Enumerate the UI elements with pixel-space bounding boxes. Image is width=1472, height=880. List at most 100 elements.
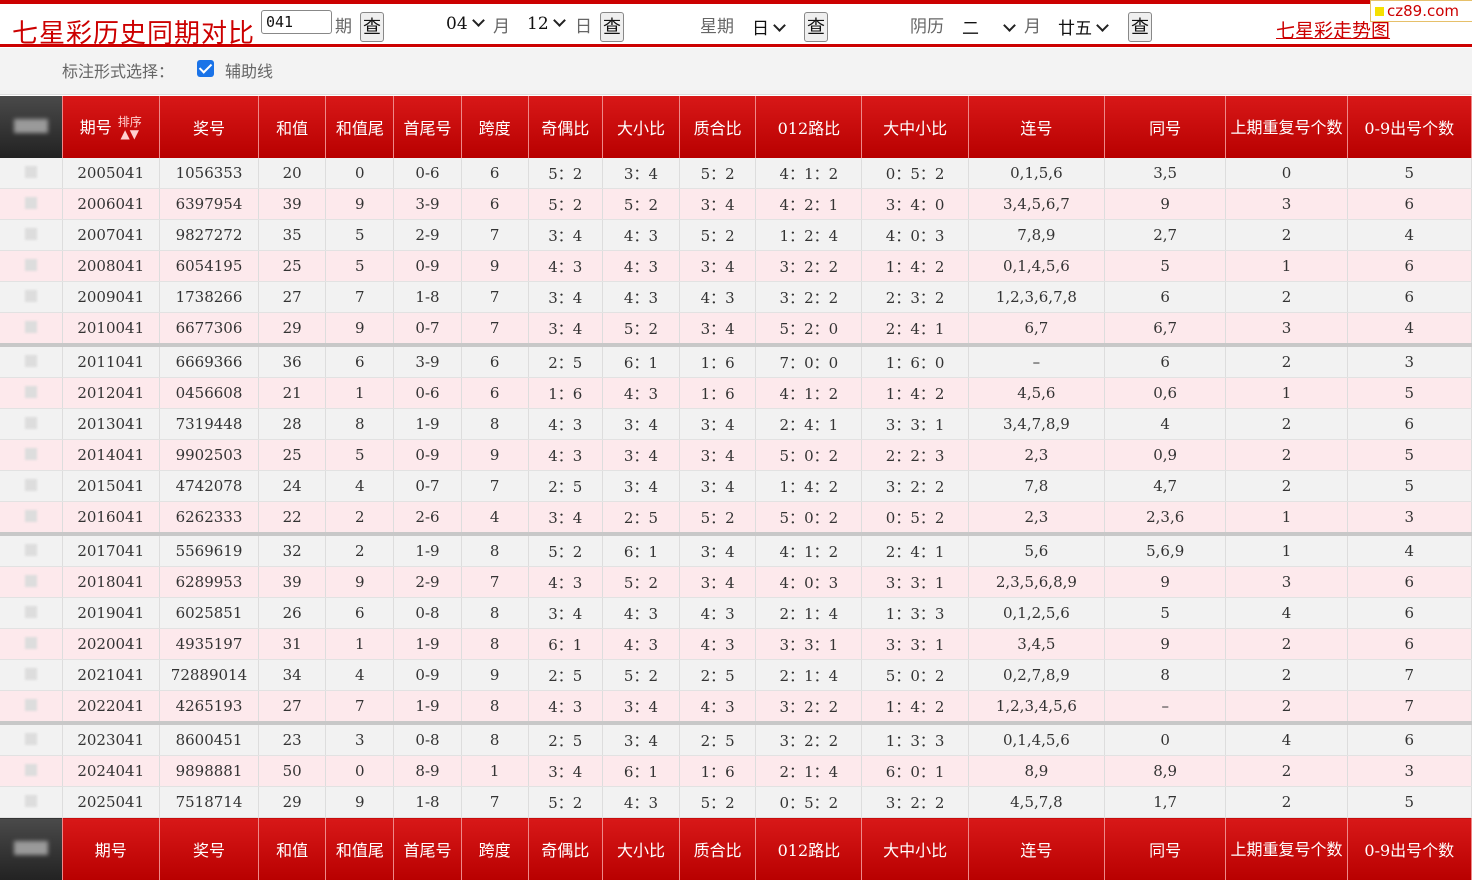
table-row: 201504147420782440-772：53：43：41：4：23：2：2… bbox=[0, 471, 1472, 502]
table-cell: 4 bbox=[1105, 409, 1226, 440]
table-cell: 3：4 bbox=[602, 409, 679, 440]
table-cell: 5 bbox=[1105, 251, 1226, 282]
table-cell: 28 bbox=[259, 409, 326, 440]
row-icon-cell bbox=[0, 220, 62, 251]
table-cell: 4：3 bbox=[602, 787, 679, 818]
table-cell: 6：0：1 bbox=[862, 756, 968, 787]
table-cell: 4,5,7,8 bbox=[968, 787, 1104, 818]
table-cell: 4：3 bbox=[528, 251, 602, 282]
table-cell: 4：0：3 bbox=[756, 567, 862, 598]
table-cell: 0,6 bbox=[1105, 378, 1226, 409]
date-query-button[interactable]: 查 bbox=[600, 12, 624, 42]
table-cell: 1：6 bbox=[680, 378, 756, 409]
table-cell: 3：2：2 bbox=[756, 691, 862, 724]
blurred-icon bbox=[25, 197, 37, 209]
table-cell: 3：3：1 bbox=[862, 567, 968, 598]
table-cell: 4：3 bbox=[602, 629, 679, 660]
table-cell: 23 bbox=[259, 723, 326, 756]
table-cell: 20 bbox=[259, 158, 326, 189]
weekday-query-button[interactable]: 查 bbox=[804, 12, 828, 42]
table-cell: 4 bbox=[326, 471, 394, 502]
table-cell: 9 bbox=[461, 660, 528, 691]
row-icon-cell bbox=[0, 471, 62, 502]
blurred-icon bbox=[25, 764, 37, 776]
table-cell: 2025041 bbox=[62, 787, 159, 818]
table-row: 201604162623332222-643：42：55：25：0：20：5：2… bbox=[0, 502, 1472, 535]
sort-icon[interactable]: 排序▲▼ bbox=[118, 116, 142, 140]
table-cell: 1,2,3,6,7,8 bbox=[968, 282, 1104, 313]
table-cell: 1：2：4 bbox=[756, 220, 862, 251]
footer-col-5: 跨度 bbox=[461, 818, 528, 880]
table-cell: 9902503 bbox=[159, 440, 258, 471]
table-cell: 2014041 bbox=[62, 440, 159, 471]
table-cell: 3 bbox=[326, 723, 394, 756]
table-cell: 5：2 bbox=[680, 502, 756, 535]
table-cell: 5：2 bbox=[602, 189, 679, 220]
table-cell: 2005041 bbox=[62, 158, 159, 189]
table-cell: 9827272 bbox=[159, 220, 258, 251]
table-cell: 2 bbox=[1226, 282, 1347, 313]
table-cell: 2 bbox=[1226, 220, 1347, 251]
table-cell: 4 bbox=[1226, 723, 1347, 756]
header-col-9: 012路比 bbox=[756, 96, 862, 158]
row-icon-cell bbox=[0, 756, 62, 787]
table-cell: 7,8 bbox=[968, 471, 1104, 502]
issue-unit-label: 期 bbox=[335, 12, 352, 37]
table-cell: 5 bbox=[1347, 440, 1471, 471]
footer-col-7: 大小比 bbox=[602, 818, 679, 880]
table-cell: 9 bbox=[326, 189, 394, 220]
table-cell: 0-7 bbox=[394, 471, 461, 502]
table-cell: 39 bbox=[259, 567, 326, 598]
lunar-query-button[interactable]: 查 bbox=[1128, 12, 1152, 42]
table-cell: 2：3：2 bbox=[862, 282, 968, 313]
table-cell: 0 bbox=[326, 158, 394, 189]
table-cell: 0,1,5,6 bbox=[968, 158, 1104, 189]
footer-col-10: 大中小比 bbox=[862, 818, 968, 880]
table-cell: 5：2 bbox=[680, 158, 756, 189]
table-cell: 0 bbox=[1226, 158, 1347, 189]
table-cell: 2：5 bbox=[528, 471, 602, 502]
table-cell: 4：3 bbox=[680, 282, 756, 313]
table-cell: 2024041 bbox=[62, 756, 159, 787]
guide-line-checkbox[interactable] bbox=[197, 60, 214, 77]
issue-query-button[interactable]: 查 bbox=[360, 12, 384, 42]
footer-col-13: 上期重复号个数 bbox=[1226, 818, 1347, 880]
table-cell: 4：3 bbox=[602, 378, 679, 409]
row-icon-cell bbox=[0, 629, 62, 660]
issue-input[interactable]: 041 bbox=[261, 10, 332, 34]
blurred-icon bbox=[25, 733, 37, 745]
table-cell: – bbox=[1105, 691, 1226, 724]
table-cell: 2 bbox=[1226, 471, 1347, 502]
month-select[interactable]: 04 bbox=[446, 14, 483, 34]
table-cell: 4742078 bbox=[159, 471, 258, 502]
table-cell: 1,7 bbox=[1105, 787, 1226, 818]
table-cell: 9 bbox=[326, 787, 394, 818]
table-cell: 29 bbox=[259, 787, 326, 818]
header-icon-cell bbox=[0, 96, 62, 158]
blurred-icon bbox=[25, 166, 37, 178]
table-cell: 24 bbox=[259, 471, 326, 502]
table-cell: 2 bbox=[1226, 345, 1347, 378]
lunar-month-select[interactable]: 二 bbox=[962, 14, 1020, 39]
header-col-12: 同号 bbox=[1105, 96, 1226, 158]
table-cell: 4：3 bbox=[602, 251, 679, 282]
table-cell: 5 bbox=[326, 220, 394, 251]
table-cell: 1-8 bbox=[394, 787, 461, 818]
table-cell: 5 bbox=[1347, 158, 1471, 189]
footer-col-6: 奇偶比 bbox=[528, 818, 602, 880]
table-cell: 6 bbox=[1347, 251, 1471, 282]
table-cell: 4：3 bbox=[680, 691, 756, 724]
weekday-select[interactable]: 日 bbox=[752, 14, 784, 39]
table-cell: 2：1：4 bbox=[756, 660, 862, 691]
table-cell: 7 bbox=[461, 282, 528, 313]
table-cell: 2：1：4 bbox=[756, 598, 862, 629]
table-row: 200604163979543993-965：25：23：44：2：13：4：0… bbox=[0, 189, 1472, 220]
lunar-day-select[interactable]: 廿五 bbox=[1058, 14, 1107, 39]
header-issue[interactable]: 期号排序▲▼ bbox=[62, 96, 159, 158]
table-cell: 4：3 bbox=[528, 567, 602, 598]
blurred-icon bbox=[25, 699, 37, 711]
table-cell: 3,4,5,6,7 bbox=[968, 189, 1104, 220]
table-cell: 5,6 bbox=[968, 534, 1104, 567]
day-select[interactable]: 12 bbox=[527, 14, 564, 34]
row-icon-cell bbox=[0, 345, 62, 378]
